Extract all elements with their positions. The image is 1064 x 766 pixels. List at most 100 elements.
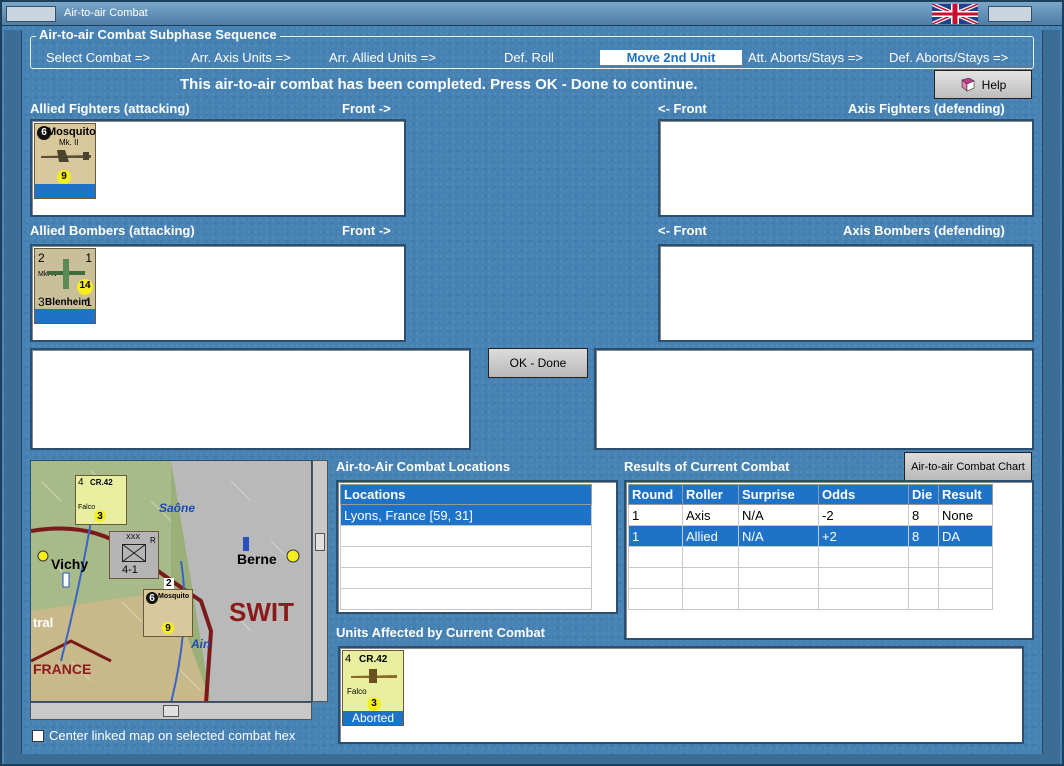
counter-name: Mosquito xyxy=(47,126,96,138)
counter-name: Mosquito xyxy=(158,593,190,600)
center-map-checkbox[interactable] xyxy=(32,730,44,742)
axis-bombers-front: <- Front xyxy=(658,223,707,238)
axis-fighters-panel xyxy=(658,119,1034,217)
units-affected-panel: 4 CR.42 Falco 3 Aborted xyxy=(338,646,1024,744)
results-title: Results of Current Combat xyxy=(624,459,790,474)
counter-value: 14 xyxy=(77,279,93,295)
sequence-step-arr-axis: Arr. Axis Units => xyxy=(191,50,291,65)
results-header-odds: Odds xyxy=(818,484,909,505)
infantry-symbol-icon xyxy=(122,544,146,562)
help-label: Help xyxy=(981,77,1007,92)
linked-map[interactable]: Saône Vichy Berne SWIT tral FRANCE Ain 4… xyxy=(30,460,312,702)
counter-value: 9 xyxy=(57,170,71,184)
status-message: This air-to-air combat has been complete… xyxy=(180,76,698,93)
vertical-scroll-thumb[interactable] xyxy=(315,533,325,551)
counter-bottom-left: 3 xyxy=(38,295,45,309)
map-vertical-scrollbar[interactable] xyxy=(312,460,328,702)
cr42-counter[interactable]: 4 CR.42 Falco 3 Aborted xyxy=(342,650,404,726)
allied-fighters-panel: 6 Mosquito Mk. II 9 xyxy=(30,119,406,217)
axis-message-panel xyxy=(594,348,1034,450)
map-label-berne: Berne xyxy=(237,551,277,567)
map-mosquito-counter[interactable]: 6 2 Mosquito 9 xyxy=(143,578,193,637)
left-frame xyxy=(4,30,22,760)
right-frame xyxy=(1042,30,1060,760)
location-row[interactable]: Lyons, France [59, 31] xyxy=(340,504,592,526)
counter-top: 4 xyxy=(78,477,84,488)
allied-fighters-front: Front -> xyxy=(342,101,391,116)
map-army-counter[interactable]: XXX R 4-1 xyxy=(109,531,159,579)
results-header-result: Result xyxy=(938,484,993,505)
counter-value: 3 xyxy=(367,697,381,711)
counter-r: R xyxy=(150,536,156,545)
sequence-step-def-aborts: Def. Aborts/Stays => xyxy=(889,50,1009,65)
counter-sub: Falco xyxy=(78,504,96,511)
map-label-saone: Saône xyxy=(159,501,196,515)
results-panel: Round Roller Surprise Odds Die Result 1 … xyxy=(624,480,1034,640)
maximize-button[interactable] xyxy=(988,6,1032,22)
results-header-die: Die xyxy=(908,484,939,505)
axis-fighters-label: Axis Fighters (defending) xyxy=(848,101,1005,116)
map-label-swit: SWIT xyxy=(229,597,294,627)
counter-name: CR.42 xyxy=(90,478,113,487)
counter-stack: 2 xyxy=(164,578,174,589)
main-window: Air-to-air Combat Air-to-air Combat Subp… xyxy=(0,0,1064,766)
uk-flag-icon xyxy=(932,4,978,24)
map-label-vichy: Vichy xyxy=(51,556,89,572)
title-bar: Air-to-air Combat xyxy=(2,2,1062,26)
allied-fighters-label: Allied Fighters (attacking) xyxy=(30,101,190,116)
bottom-frame xyxy=(4,754,1060,764)
map-cr42-counter[interactable]: 4 CR.42 Falco 3 xyxy=(75,475,127,525)
counter-value: 3 xyxy=(94,510,106,522)
allied-message-panel xyxy=(30,348,471,450)
allied-bombers-label: Allied Bombers (attacking) xyxy=(30,223,195,238)
counter-bottom-right: 1 xyxy=(85,295,92,309)
results-header-roller: Roller xyxy=(682,484,739,505)
axis-bombers-label: Axis Bombers (defending) xyxy=(843,223,1005,238)
counter-top-left: 6 xyxy=(146,592,158,604)
counter-status: Aborted xyxy=(343,711,403,725)
sequence-step-arr-allied: Arr. Allied Units => xyxy=(329,50,436,65)
counter-value: 9 xyxy=(162,622,174,634)
counter-top: 4 xyxy=(345,653,352,665)
map-horizontal-scrollbar[interactable] xyxy=(30,702,312,720)
mosquito-plane-icon xyxy=(41,150,91,162)
sequence-title: Air-to-air Combat Subphase Sequence xyxy=(36,27,280,42)
counter-stripe xyxy=(35,309,95,323)
axis-bombers-panel xyxy=(658,244,1034,342)
map-label-ain: Ain xyxy=(191,637,211,651)
cr42-plane-icon xyxy=(351,669,397,683)
counter-stripe xyxy=(35,184,95,198)
counter-name: Blenheim xyxy=(45,297,91,308)
results-row[interactable]: 1 Allied N/A +2 8 DA xyxy=(628,525,993,547)
axis-fighters-front: <- Front xyxy=(658,101,707,116)
air-combat-chart-button[interactable]: Air-to-air Combat Chart xyxy=(904,452,1032,482)
horizontal-scroll-thumb[interactable] xyxy=(163,705,179,717)
sequence-step-select-combat: Select Combat => xyxy=(46,50,151,65)
locations-panel: Locations Lyons, France [59, 31] xyxy=(336,480,618,614)
window-menu-icon[interactable] xyxy=(6,6,56,22)
counter-strength: 4-1 xyxy=(122,564,138,576)
units-affected-title: Units Affected by Current Combat xyxy=(336,625,545,640)
results-header-surprise: Surprise xyxy=(738,484,819,505)
sequence-step-att-aborts: Att. Aborts/Stays => xyxy=(748,50,863,65)
results-header-round: Round xyxy=(628,484,683,505)
book-icon xyxy=(961,77,975,92)
mosquito-counter[interactable]: 6 Mosquito Mk. II 9 xyxy=(34,123,96,199)
locations-title: Air-to-Air Combat Locations xyxy=(336,459,511,474)
window-title: Air-to-air Combat xyxy=(64,7,148,19)
locations-header: Locations xyxy=(340,484,592,505)
counter-name: CR.42 xyxy=(359,654,388,665)
help-button[interactable]: Help xyxy=(934,70,1032,99)
counter-corps: XXX xyxy=(126,534,141,541)
allied-bombers-front: Front -> xyxy=(342,223,391,238)
map-label-tral: tral xyxy=(33,615,54,630)
ok-done-button[interactable]: OK - Done xyxy=(488,348,588,378)
sequence-step-def-roll: Def. Roll xyxy=(504,50,554,65)
results-row[interactable]: 1 Axis N/A -2 8 None xyxy=(628,504,993,526)
blenheim-counter[interactable]: 2 1 Mk. IV 14 3 Blenheim 1 xyxy=(34,248,96,324)
counter-sub: Falco xyxy=(347,687,367,696)
allied-bombers-panel: 2 1 Mk. IV 14 3 Blenheim 1 xyxy=(30,244,406,342)
sequence-step-move-2nd: Move 2nd Unit xyxy=(600,50,742,65)
center-map-label: Center linked map on selected combat hex xyxy=(49,728,296,743)
map-label-france: FRANCE xyxy=(33,661,92,677)
